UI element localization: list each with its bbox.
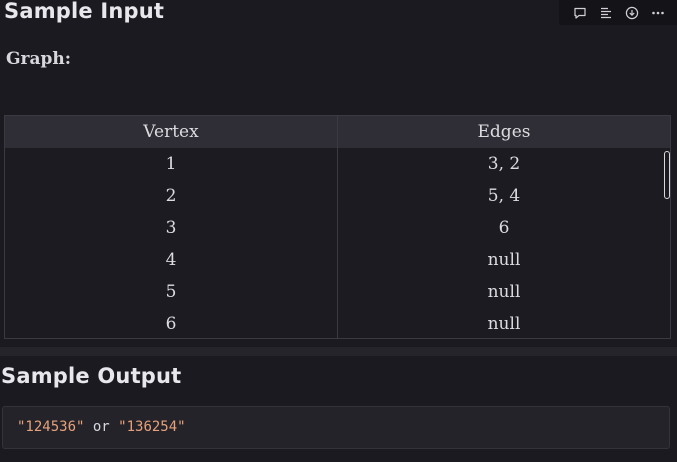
sample-input-heading: Sample Input	[4, 0, 165, 23]
comment-icon	[574, 7, 586, 19]
edges-cell: null	[487, 282, 521, 302]
more-button[interactable]	[645, 0, 671, 25]
edges-cell: null	[487, 250, 521, 270]
graph-table: Vertex Edges 1 3, 2 2 5, 4 3 6 4 null 5	[5, 116, 670, 338]
edges-column-header: Edges	[337, 116, 670, 148]
vertex-cell: 5	[5, 276, 338, 308]
table-row: 5 null	[5, 276, 670, 308]
vertex-column-header: Vertex	[5, 116, 338, 148]
table-row: 6 null	[5, 308, 670, 338]
vertex-cell: 2	[5, 180, 338, 212]
section-divider	[0, 347, 677, 356]
output-value-1: "124536"	[17, 419, 85, 435]
edges-cell: 6	[498, 218, 510, 238]
vertex-cell: 3	[5, 212, 338, 244]
output-separator: or	[84, 419, 119, 435]
graph-table-container[interactable]: Vertex Edges 1 3, 2 2 5, 4 3 6 4 null 5	[4, 115, 671, 339]
more-icon	[652, 11, 664, 14]
outline-icon	[601, 7, 611, 18]
graph-label: Graph:	[6, 49, 72, 69]
edges-cell: 3, 2	[487, 154, 521, 174]
vertex-cell: 6	[5, 308, 338, 338]
table-row: 4 null	[5, 244, 670, 276]
download-icon	[625, 6, 639, 19]
vertex-cell: 4	[5, 244, 338, 276]
edges-cell: 5, 4	[487, 186, 521, 206]
sample-output-code: "124536" or "136254"	[2, 406, 670, 449]
comment-button[interactable]	[567, 0, 593, 25]
cell-toolbar	[559, 0, 677, 25]
edges-cell: null	[487, 314, 521, 334]
table-row: 1 3, 2	[5, 148, 670, 180]
sample-output-heading: Sample Output	[1, 364, 182, 388]
output-value-2: "136254"	[118, 419, 186, 435]
table-header-row: Vertex Edges	[5, 116, 670, 148]
table-row: 3 6	[5, 212, 670, 244]
table-row: 2 5, 4	[5, 180, 670, 212]
outline-button[interactable]	[593, 0, 619, 25]
vertex-cell: 1	[5, 148, 338, 180]
table-scrollbar[interactable]	[664, 151, 670, 199]
download-button[interactable]	[619, 0, 645, 25]
